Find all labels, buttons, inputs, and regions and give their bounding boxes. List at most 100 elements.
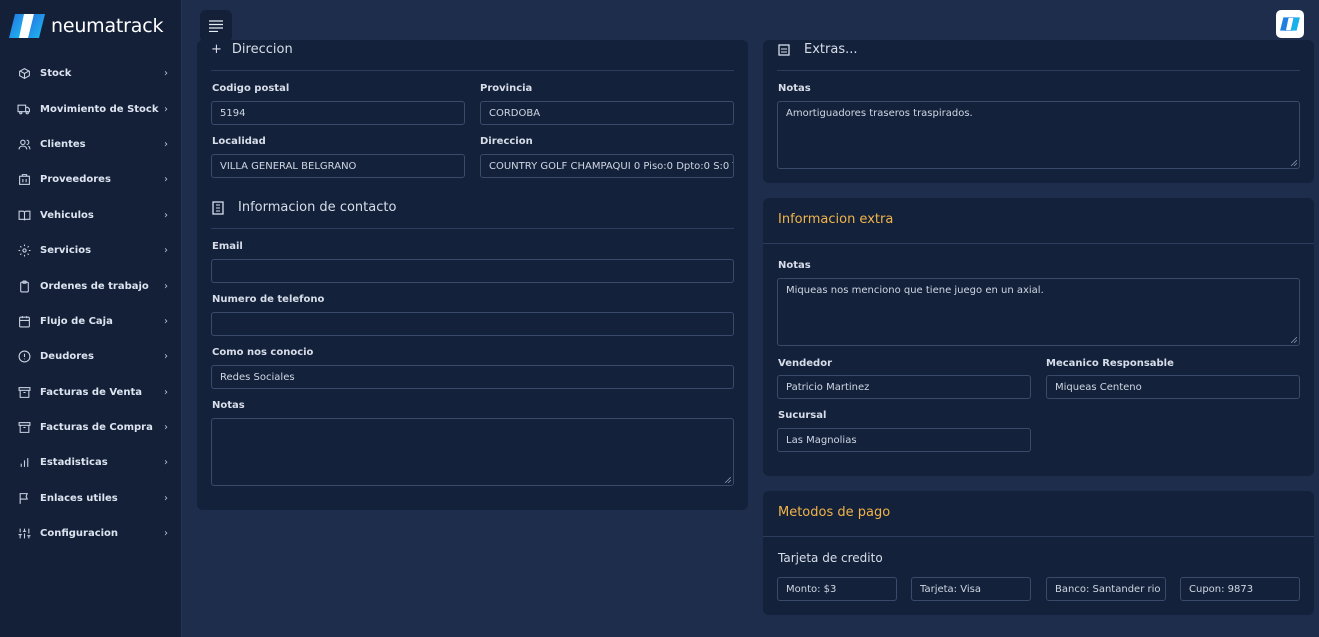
direccion-section-title: + Direccion — [211, 42, 293, 57]
chevron-right-icon: › — [164, 492, 168, 504]
extras-section-title: Extras... — [778, 42, 858, 57]
sidebar-item-facturas-venta[interactable]: Facturas de Venta › — [0, 375, 182, 410]
provincia-label: Provincia — [480, 83, 533, 94]
sidebar: neumatrack Stock › Movimiento de Stock ›… — [0, 0, 182, 637]
vendedor-label: Vendedor — [778, 358, 832, 369]
sidebar-item-label: Ordenes de trabajo — [40, 280, 149, 292]
chevron-right-icon: › — [164, 174, 168, 186]
truck-icon — [17, 102, 31, 116]
notas-label: Notas — [212, 400, 245, 411]
telefono-input[interactable] — [211, 312, 734, 336]
sidebar-item-label: Enlaces utiles — [40, 492, 118, 504]
sidebar-item-label: Clientes — [40, 138, 86, 150]
client-details-card: + Direccion Codigo postal 5194 Provincia… — [197, 40, 748, 510]
sidebar-item-label: Movimiento de Stock — [40, 103, 159, 115]
chevron-right-icon: › — [164, 386, 168, 398]
sidebar-item-movimiento-stock[interactable]: Movimiento de Stock › — [0, 91, 182, 126]
users-icon — [17, 137, 31, 151]
codigo-postal-input[interactable]: 5194 — [211, 101, 465, 125]
info-notas-label: Notas — [778, 260, 811, 271]
neumatrack-logo-icon — [9, 14, 45, 38]
tarjeta-credito-subtitle: Tarjeta de credito — [778, 551, 883, 565]
sidebar-item-facturas-compra[interactable]: Facturas de Compra › — [0, 410, 182, 445]
sidebar-item-label: Stock — [40, 68, 72, 80]
info-extra-title: Informacion extra — [778, 212, 894, 227]
telefono-label: Numero de telefono — [212, 294, 325, 305]
sidebar-item-clientes[interactable]: Clientes › — [0, 127, 182, 162]
email-label: Email — [212, 241, 243, 252]
extras-card: Extras... Notas Amortiguadores traseros … — [763, 40, 1314, 183]
flag-icon — [17, 491, 31, 505]
sidebar-item-label: Estadisticas — [40, 457, 108, 469]
archive-icon — [17, 385, 31, 399]
sidebar-item-vehiculos[interactable]: Vehiculos › — [0, 198, 182, 233]
divider — [777, 70, 1300, 71]
plus-icon: + — [211, 42, 222, 57]
extras-notas-label: Notas — [778, 83, 811, 94]
alert-circle-icon — [17, 350, 31, 364]
box-icon — [17, 67, 31, 81]
chevron-right-icon: › — [164, 280, 168, 292]
sidebar-item-deudores[interactable]: Deudores › — [0, 339, 182, 374]
sidebar-item-estadisticas[interactable]: Estadisticas › — [0, 445, 182, 480]
calendar-icon — [17, 314, 31, 328]
brand-logo[interactable]: neumatrack — [7, 12, 163, 40]
book-icon — [17, 208, 31, 222]
sucursal-input[interactable]: Las Magnolias — [777, 428, 1031, 452]
provincia-input[interactable]: CORDOBA — [480, 101, 734, 125]
como-nos-conocio-input[interactable]: Redes Sociales — [211, 365, 734, 389]
clipboard-icon — [17, 279, 31, 293]
chevron-right-icon: › — [164, 457, 168, 469]
sidebar-item-label: Facturas de Venta — [40, 386, 142, 398]
menu-lines-icon — [209, 20, 223, 32]
sidebar-item-ordenes[interactable]: Ordenes de trabajo › — [0, 268, 182, 303]
user-avatar[interactable] — [1276, 10, 1304, 38]
chevron-right-icon: › — [164, 245, 168, 257]
info-extra-card: Informacion extra Notas Miqueas nos menc… — [763, 198, 1314, 476]
codigo-postal-label: Codigo postal — [212, 83, 290, 94]
sidebar-item-label: Deudores — [40, 351, 94, 363]
cupon-field[interactable]: Cupon: 9873 — [1180, 577, 1300, 601]
archive-icon — [17, 421, 31, 435]
extras-notas-textarea[interactable]: Amortiguadores traseros traspirados. — [777, 101, 1300, 169]
chevron-right-icon: › — [164, 68, 168, 80]
chevron-right-icon: › — [164, 528, 168, 540]
sucursal-label: Sucursal — [778, 410, 827, 421]
tarjeta-field[interactable]: Tarjeta: Visa — [911, 577, 1031, 601]
sidebar-item-enlaces[interactable]: Enlaces utiles › — [0, 481, 182, 516]
bar-chart-icon — [17, 456, 31, 470]
banco-field[interactable]: Banco: Santander rio — [1046, 577, 1166, 601]
sidebar-item-label: Vehiculos — [40, 209, 94, 221]
info-notas-textarea[interactable]: Miqueas nos menciono que tiene juego en … — [777, 278, 1300, 346]
localidad-input[interactable]: VILLA GENERAL BELGRANO — [211, 154, 465, 178]
sidebar-item-flujo-caja[interactable]: Flujo de Caja › — [0, 304, 182, 339]
document-icon — [778, 43, 790, 56]
direccion-label: Direccion — [480, 136, 533, 147]
direccion-input[interactable]: COUNTRY GOLF CHAMPAQUI 0 Piso:0 Dpto:0 S… — [480, 154, 734, 178]
sidebar-item-configuracion[interactable]: Configuracion › — [0, 516, 182, 551]
sidebar-item-label: Facturas de Compra — [40, 422, 153, 434]
divider — [211, 228, 734, 229]
chevron-right-icon: › — [164, 209, 168, 221]
mecanico-input[interactable]: Miqueas Centeno — [1046, 375, 1300, 399]
sidebar-item-label: Servicios — [40, 245, 92, 257]
building-icon — [17, 173, 31, 187]
resize-handle-icon[interactable] — [1291, 337, 1297, 343]
resize-handle-icon[interactable] — [725, 477, 731, 483]
sidebar-item-proveedores[interactable]: Proveedores › — [0, 162, 182, 197]
contacto-section-title: Informacion de contacto — [212, 200, 396, 215]
como-nos-conocio-label: Como nos conocio — [212, 347, 314, 358]
sidebar-item-servicios[interactable]: Servicios › — [0, 233, 182, 268]
email-input[interactable] — [211, 259, 734, 283]
vendedor-input[interactable]: Patricio Martinez — [777, 375, 1031, 399]
chevron-right-icon: › — [164, 422, 168, 434]
resize-handle-icon[interactable] — [1291, 160, 1297, 166]
chevron-right-icon: › — [164, 103, 168, 115]
chevron-right-icon: › — [164, 138, 168, 150]
menu-toggle-button[interactable] — [200, 10, 232, 42]
monto-field[interactable]: Monto: $3 — [777, 577, 897, 601]
chevron-right-icon: › — [164, 351, 168, 363]
sidebar-item-stock[interactable]: Stock › — [0, 56, 182, 91]
notas-textarea[interactable] — [211, 418, 734, 486]
divider — [763, 243, 1314, 244]
